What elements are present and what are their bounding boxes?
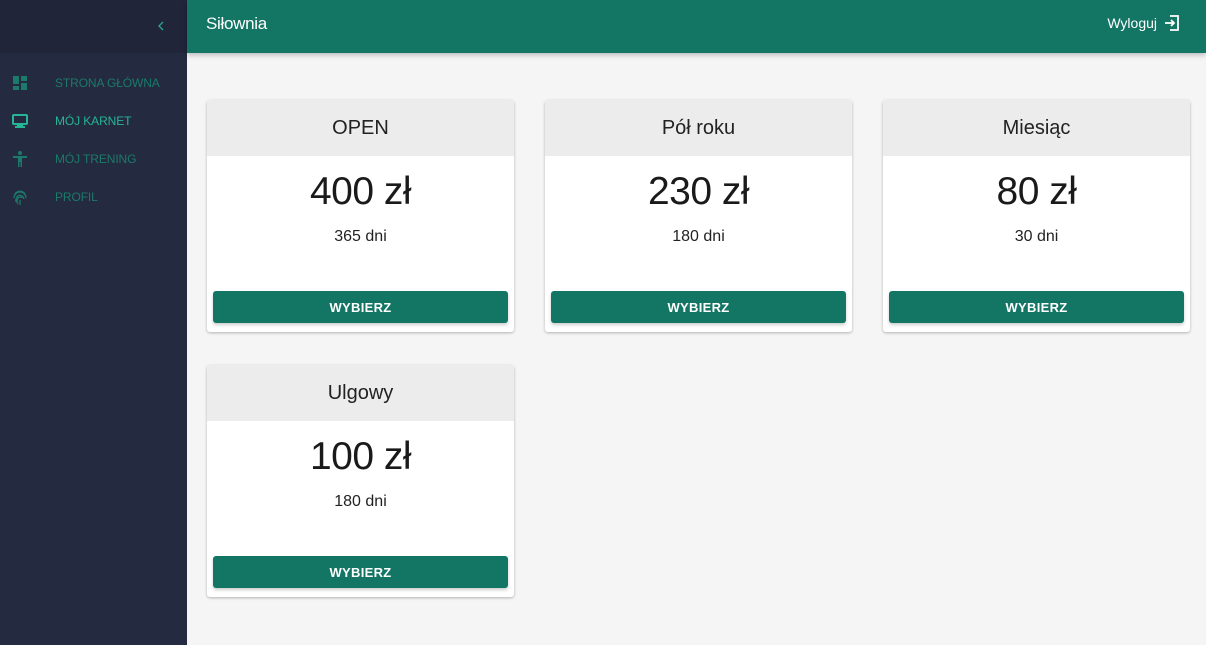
sidebar-item-label: PROFIL — [55, 190, 98, 204]
top-app-bar: Siłownia Wyloguj — [187, 0, 1206, 53]
plan-duration: 180 dni — [672, 228, 725, 245]
chevron-left-icon[interactable] — [150, 14, 172, 38]
plan-name: Miesiąc — [883, 100, 1190, 156]
plan-card: Ulgowy 100 zł 180 dni WYBIERZ — [207, 365, 514, 597]
plan-price: 230 zł — [647, 170, 750, 213]
plan-price: 80 zł — [996, 170, 1077, 213]
plan-price: 100 zł — [309, 435, 412, 478]
card-pass-icon — [11, 112, 29, 130]
sidebar: STRONA GŁÓWNA MÓJ KARNET MÓJ TRENING PRO… — [0, 0, 187, 645]
sidebar-item-my-training[interactable]: MÓJ TRENING — [0, 140, 187, 178]
fingerprint-icon — [11, 188, 29, 206]
plan-name: Ulgowy — [207, 365, 514, 421]
choose-plan-button[interactable]: WYBIERZ — [889, 291, 1184, 323]
logout-icon — [1163, 14, 1181, 32]
sidebar-item-label: MÓJ KARNET — [55, 114, 132, 128]
plan-duration: 30 dni — [1014, 228, 1059, 245]
plan-name: OPEN — [207, 100, 514, 156]
logout-button[interactable]: Wyloguj — [1107, 14, 1181, 32]
plan-card: OPEN 400 zł 365 dni WYBIERZ — [207, 100, 514, 332]
person-icon — [11, 150, 29, 168]
sidebar-item-home[interactable]: STRONA GŁÓWNA — [0, 64, 187, 102]
app-title: Siłownia — [206, 14, 267, 33]
plan-name: Pół roku — [545, 100, 852, 156]
plan-card: Miesiąc 80 zł 30 dni WYBIERZ — [883, 100, 1190, 332]
plan-duration: 180 dni — [334, 493, 387, 510]
sidebar-item-profile[interactable]: PROFIL — [0, 178, 187, 216]
plan-price: 400 zł — [309, 170, 412, 213]
sidebar-item-my-pass[interactable]: MÓJ KARNET — [0, 102, 187, 140]
sidebar-item-label: STRONA GŁÓWNA — [55, 76, 160, 90]
logout-label: Wyloguj — [1107, 15, 1157, 31]
sidebar-header — [0, 0, 187, 53]
dashboard-icon — [11, 74, 29, 92]
sidebar-item-label: MÓJ TRENING — [55, 152, 137, 166]
plan-duration: 365 dni — [334, 228, 387, 245]
sidebar-nav: STRONA GŁÓWNA MÓJ KARNET MÓJ TRENING PRO… — [0, 53, 187, 216]
choose-plan-button[interactable]: WYBIERZ — [551, 291, 846, 323]
choose-plan-button[interactable]: WYBIERZ — [213, 556, 508, 588]
plan-card: Pół roku 230 zł 180 dni WYBIERZ — [545, 100, 852, 332]
choose-plan-button[interactable]: WYBIERZ — [213, 291, 508, 323]
